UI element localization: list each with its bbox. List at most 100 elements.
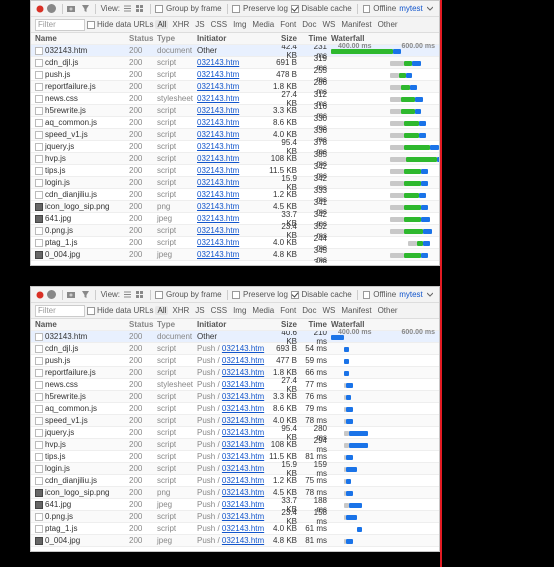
initiator-link[interactable]: 032143.htm — [222, 368, 264, 377]
cell-name[interactable]: jquery.js — [31, 428, 129, 437]
offline-checkbox[interactable] — [363, 5, 371, 13]
initiator-link[interactable]: 032143.htm — [222, 524, 264, 533]
table-row[interactable]: cdn_dianjiliu.js 200 script Push / 03214… — [31, 475, 439, 487]
col-time[interactable]: Time — [301, 320, 331, 329]
group-by-frame-checkbox[interactable] — [155, 5, 163, 13]
initiator-link[interactable]: 032143.htm — [197, 106, 239, 115]
table-row[interactable]: push.js 200 script 032143.htm 478 B 255 … — [31, 69, 439, 81]
table-row[interactable]: icon_logo_sip.png 200 png Push / 032143.… — [31, 487, 439, 499]
filter-type-ws[interactable]: WS — [320, 306, 337, 315]
capture-screenshots-icon[interactable] — [67, 4, 77, 14]
col-name[interactable]: Name — [31, 320, 129, 329]
initiator-link[interactable]: 032143.htm — [222, 488, 264, 497]
group-by-frame-checkbox[interactable] — [155, 291, 163, 299]
filter-type-font[interactable]: Font — [278, 306, 298, 315]
table-row[interactable]: 032143.htm 200 document Other 42.4 KB 23… — [31, 45, 439, 57]
filter-type-other[interactable]: Other — [376, 306, 400, 315]
cell-name[interactable]: icon_logo_sip.png — [31, 488, 129, 497]
initiator-link[interactable]: 032143.htm — [197, 94, 239, 103]
cell-name[interactable]: jquery.js — [31, 142, 129, 151]
initiator-link[interactable]: 032143.htm — [197, 238, 239, 247]
filter-type-css[interactable]: CSS — [209, 306, 229, 315]
offline-checkbox[interactable] — [363, 291, 371, 299]
cell-name[interactable]: aq_common.js — [31, 118, 129, 127]
cell-name[interactable]: cdn_dianjiliu.js — [31, 476, 129, 485]
cell-name[interactable]: cdn_dianjiliu.js — [31, 190, 129, 199]
initiator-link[interactable]: 032143.htm — [222, 344, 264, 353]
table-row[interactable]: tips.js 200 script 032143.htm 11.5 KB 34… — [31, 165, 439, 177]
initiator-link[interactable]: 032143.htm — [197, 130, 239, 139]
col-status[interactable]: Status — [129, 320, 157, 329]
col-time[interactable]: Time — [301, 34, 331, 43]
cell-name[interactable]: 0.jpg — [31, 548, 129, 549]
initiator-link[interactable]: 032143.htm — [197, 202, 239, 211]
table-row[interactable]: news.css 200 stylesheet Push / 032143.ht… — [31, 379, 439, 391]
filter-type-doc[interactable]: Doc — [300, 306, 318, 315]
filter-type-js[interactable]: JS — [193, 306, 206, 315]
hide-data-urls-checkbox[interactable] — [87, 21, 95, 29]
initiator-link[interactable]: 032143.htm — [197, 214, 239, 223]
cell-name[interactable]: news.css — [31, 380, 129, 389]
initiator-link[interactable]: 032143.htm — [222, 536, 264, 545]
initiator-link[interactable]: 032143.htm — [197, 142, 239, 151]
network-grid-body[interactable]: 032143.htm 200 document Other 42.4 KB 23… — [31, 45, 439, 263]
table-row[interactable]: icon_logo_sip.png 200 png 032143.htm 4.5… — [31, 201, 439, 213]
initiator-link[interactable]: 032143.htm — [222, 428, 264, 437]
table-row[interactable]: 0.png.js 200 script Push / 032143.htm 23… — [31, 511, 439, 523]
table-row[interactable]: login.js 200 script 032143.htm 15.9 KB 3… — [31, 177, 439, 189]
table-row[interactable]: reportfailure.js 200 script Push / 03214… — [31, 367, 439, 379]
table-row[interactable]: cdn_djl.js 200 script Push / 032143.htm … — [31, 343, 439, 355]
initiator-link[interactable]: 032143.htm — [197, 58, 239, 67]
col-type[interactable]: Type — [157, 320, 197, 329]
table-row[interactable]: 0_004.jpg 200 jpeg 032143.htm 4.8 KB 345… — [31, 249, 439, 261]
table-row[interactable]: jquery.js 200 script Push / 032143.htm 9… — [31, 427, 439, 439]
cell-name[interactable]: 641.jpg — [31, 214, 129, 223]
throttling-select[interactable]: mytest — [399, 290, 423, 299]
filter-type-img[interactable]: Img — [231, 306, 248, 315]
cell-name[interactable]: hvp.js — [31, 440, 129, 449]
table-row[interactable]: aq_common.js 200 script 032143.htm 8.6 K… — [31, 117, 439, 129]
table-row[interactable]: speed_v1.js 200 script 032143.htm 4.0 KB… — [31, 129, 439, 141]
table-row[interactable]: h5rewrite.js 200 script 032143.htm 3.3 K… — [31, 105, 439, 117]
filter-type-xhr[interactable]: XHR — [170, 20, 191, 29]
initiator-link[interactable]: 032143.htm — [222, 476, 264, 485]
cell-name[interactable]: speed_v1.js — [31, 130, 129, 139]
cell-name[interactable]: 0_004.jpg — [31, 536, 129, 545]
filter-type-css[interactable]: CSS — [209, 20, 229, 29]
cell-name[interactable]: ptag_1.js — [31, 238, 129, 247]
cell-name[interactable]: h5rewrite.js — [31, 106, 129, 115]
preserve-log-checkbox[interactable] — [232, 5, 240, 13]
cell-name[interactable]: 0.jpg — [31, 262, 129, 263]
filter-type-manifest[interactable]: Manifest — [339, 306, 373, 315]
table-row[interactable]: push.js 200 script Push / 032143.htm 477… — [31, 355, 439, 367]
col-status[interactable]: Status — [129, 34, 157, 43]
initiator-link[interactable]: 032143.htm — [197, 166, 239, 175]
throttling-select[interactable]: mytest — [399, 4, 423, 13]
initiator-link[interactable]: 032143.htm — [197, 226, 239, 235]
cell-name[interactable]: 641.jpg — [31, 500, 129, 509]
initiator-link[interactable]: 032143.htm — [222, 500, 264, 509]
cell-name[interactable]: push.js — [31, 356, 129, 365]
clear-icon[interactable] — [47, 290, 56, 300]
table-row[interactable]: cdn_djl.js 200 script 032143.htm 691 B 3… — [31, 57, 439, 69]
cell-name[interactable]: icon_logo_sip.png — [31, 202, 129, 211]
view-list-icon[interactable] — [123, 290, 132, 300]
filter-type-all[interactable]: All — [155, 20, 168, 29]
cell-name[interactable]: reportfailure.js — [31, 82, 129, 91]
col-type[interactable]: Type — [157, 34, 197, 43]
col-initiator[interactable]: Initiator — [197, 320, 269, 329]
disable-cache-checkbox[interactable] — [291, 291, 299, 299]
table-row[interactable]: ptag_1.js 200 script 032143.htm 4.0 KB 2… — [31, 237, 439, 249]
initiator-link[interactable]: 032143.htm — [197, 154, 239, 163]
table-row[interactable]: ptag_1.js 200 script Push / 032143.htm 4… — [31, 523, 439, 535]
filter-type-media[interactable]: Media — [250, 306, 276, 315]
col-waterfall[interactable]: Waterfall400.00 ms600.00 ms — [331, 320, 439, 330]
table-row[interactable]: cdn_dianjiliu.js 200 script 032143.htm 1… — [31, 189, 439, 201]
table-row[interactable]: reportfailure.js 200 script 032143.htm 1… — [31, 81, 439, 93]
view-grid-icon[interactable] — [135, 4, 144, 14]
disable-cache-checkbox[interactable] — [291, 5, 299, 13]
table-row[interactable]: news.css 200 stylesheet 032143.htm 27.4 … — [31, 93, 439, 105]
col-waterfall[interactable]: Waterfall400.00 ms600.00 ms — [331, 34, 439, 44]
initiator-link[interactable]: 032143.htm — [197, 70, 239, 79]
filter-type-all[interactable]: All — [155, 306, 168, 315]
